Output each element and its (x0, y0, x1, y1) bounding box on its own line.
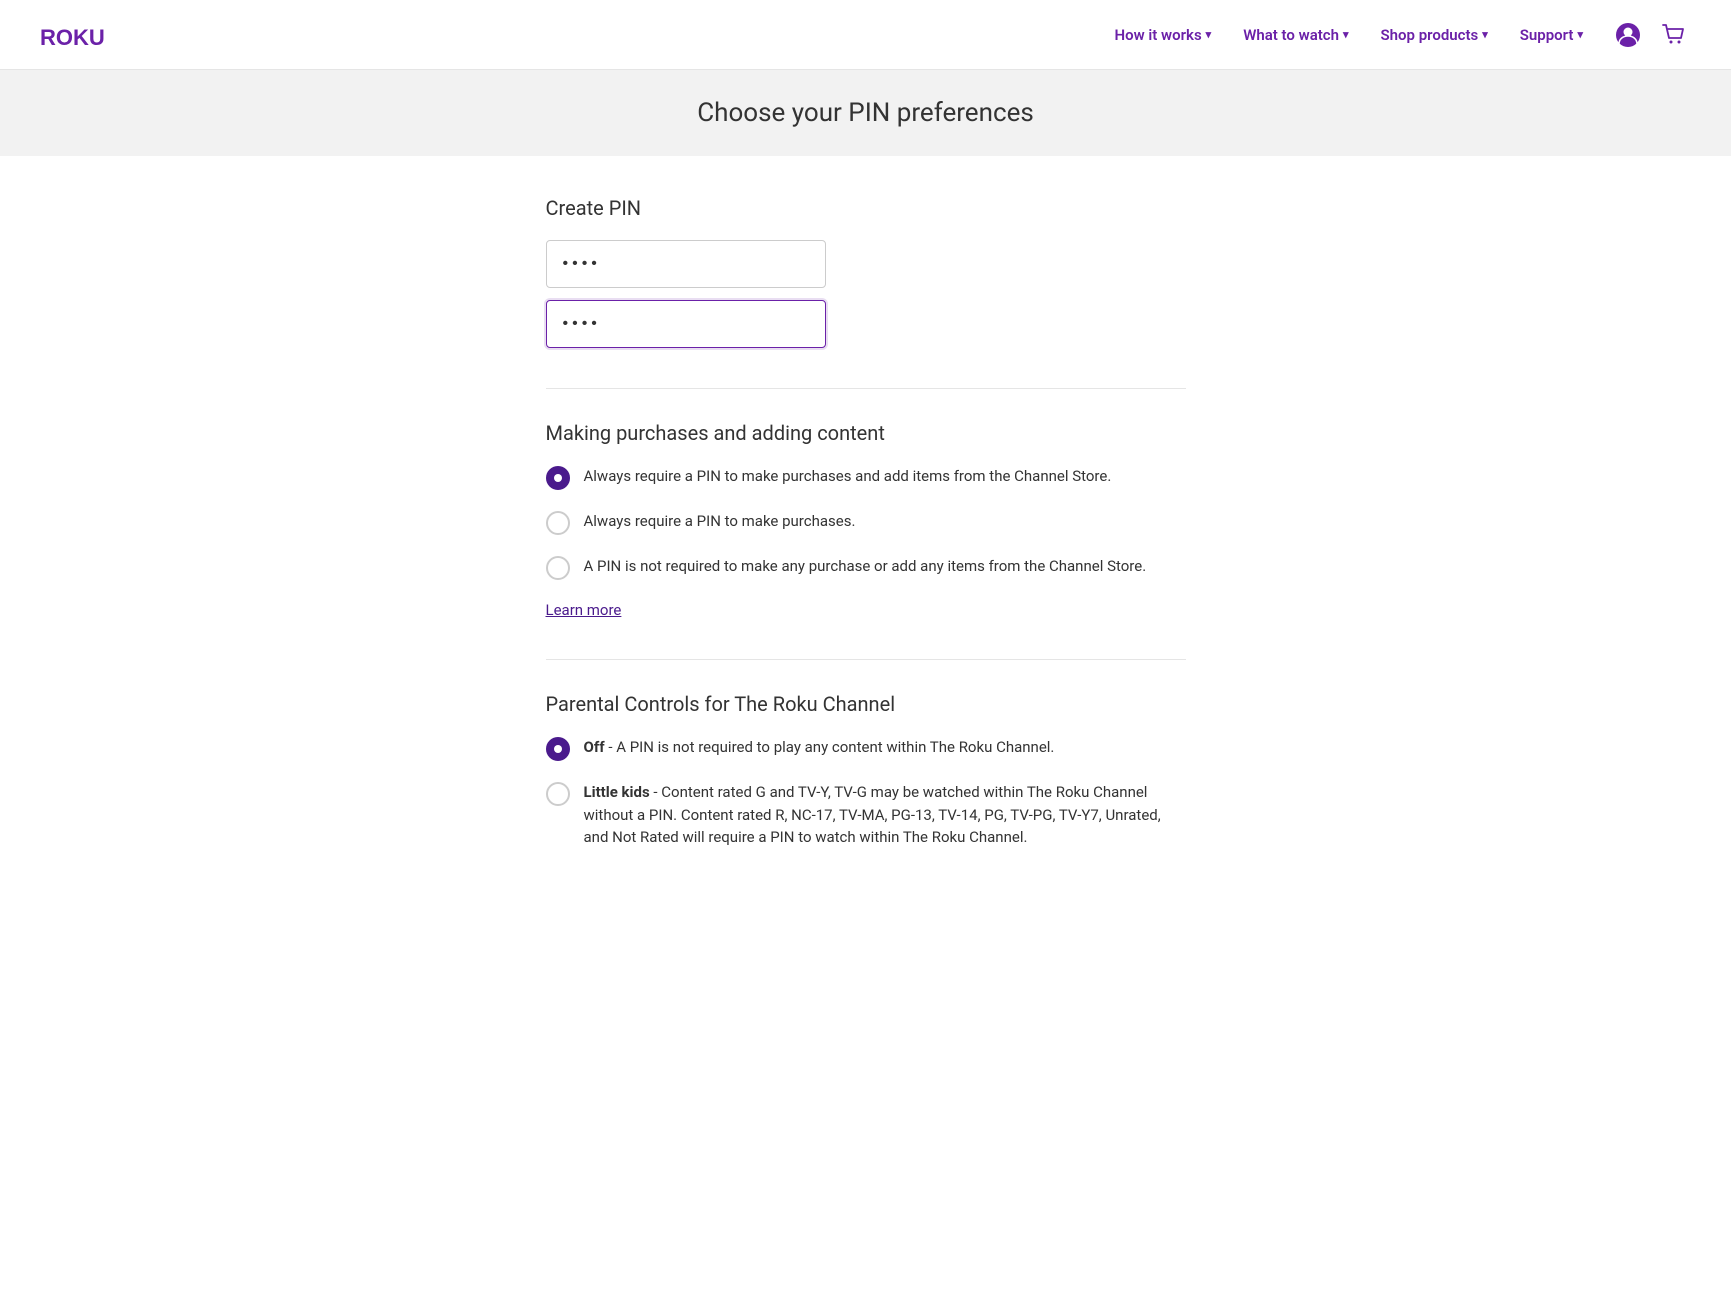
nav-link-shop-products[interactable]: Shop products ▾ (1369, 18, 1500, 52)
nav-item-shop-products[interactable]: Shop products ▾ (1369, 18, 1500, 52)
purchases-section: Making purchases and adding content Alwa… (546, 421, 1186, 619)
main-content: Create PIN Making purchases and adding c… (506, 156, 1226, 949)
nav-item-how-it-works[interactable]: How it works ▾ (1102, 18, 1223, 52)
radio-label-1: Always require a PIN to make purchases. (584, 510, 856, 533)
parental-controls-section: Parental Controls for The Roku Channel O… (546, 692, 1186, 849)
nav-links: How it works ▾ What to watch ▾ Shop prod… (1102, 18, 1595, 52)
radio-label-0: Always require a PIN to make purchases a… (584, 465, 1112, 488)
radio-circle-1[interactable] (546, 511, 570, 535)
radio-option-0[interactable]: Always require a PIN to make purchases a… (546, 465, 1186, 490)
purchases-radio-group: Always require a PIN to make purchases a… (546, 465, 1186, 580)
radio-circle-2[interactable] (546, 556, 570, 580)
parental-radio-option-0[interactable]: Off - A PIN is not required to play any … (546, 736, 1186, 761)
purchases-title: Making purchases and adding content (546, 421, 1186, 445)
navbar: ROKU How it works ▾ What to watch ▾ Shop… (0, 0, 1731, 70)
pin-input[interactable] (546, 240, 826, 288)
chevron-down-icon: ▾ (1482, 28, 1488, 41)
nav-icon-group (1611, 18, 1691, 52)
parental-radio-group: Off - A PIN is not required to play any … (546, 736, 1186, 849)
parental-label-bold-1: Little kids (584, 783, 650, 801)
parental-radio-label-1: Little kids - Content rated G and TV-Y, … (584, 781, 1186, 849)
create-pin-section: Create PIN (546, 196, 1186, 348)
account-icon-button[interactable] (1611, 18, 1645, 52)
learn-more-link[interactable]: Learn more (546, 601, 622, 619)
radio-option-1[interactable]: Always require a PIN to make purchases. (546, 510, 1186, 535)
radio-circle-0[interactable] (546, 466, 570, 490)
parental-radio-option-1[interactable]: Little kids - Content rated G and TV-Y, … (546, 781, 1186, 849)
chevron-down-icon: ▾ (1577, 28, 1583, 41)
pin-input-group (546, 240, 1186, 348)
parental-controls-title: Parental Controls for The Roku Channel (546, 692, 1186, 716)
nav-item-support[interactable]: Support ▾ (1508, 18, 1595, 52)
parental-radio-circle-0[interactable] (546, 737, 570, 761)
radio-option-2[interactable]: A PIN is not required to make any purcha… (546, 555, 1186, 580)
section-divider-2 (546, 659, 1186, 660)
parental-label-text-0: - A PIN is not required to play any cont… (608, 738, 1054, 756)
radio-label-2: A PIN is not required to make any purcha… (584, 555, 1147, 578)
cart-icon-button[interactable] (1657, 18, 1691, 52)
nav-link-what-to-watch[interactable]: What to watch ▾ (1231, 18, 1360, 52)
confirm-pin-input[interactable] (546, 300, 826, 348)
svg-text:ROKU: ROKU (40, 25, 105, 47)
page-title: Choose your PIN preferences (20, 98, 1711, 128)
parental-label-bold-0: Off (584, 738, 605, 756)
section-divider-1 (546, 388, 1186, 389)
page-header: Choose your PIN preferences (0, 70, 1731, 156)
chevron-down-icon: ▾ (1206, 28, 1212, 41)
parental-radio-circle-1[interactable] (546, 782, 570, 806)
parental-radio-label-0: Off - A PIN is not required to play any … (584, 736, 1055, 759)
parental-label-text-1: - Content rated G and TV-Y, TV-G may be … (584, 783, 1161, 846)
roku-logo[interactable]: ROKU (40, 23, 118, 47)
nav-item-what-to-watch[interactable]: What to watch ▾ (1231, 18, 1360, 52)
nav-link-support[interactable]: Support ▾ (1508, 18, 1595, 52)
nav-link-how-it-works[interactable]: How it works ▾ (1102, 18, 1223, 52)
create-pin-title: Create PIN (546, 196, 1186, 220)
chevron-down-icon: ▾ (1343, 28, 1349, 41)
